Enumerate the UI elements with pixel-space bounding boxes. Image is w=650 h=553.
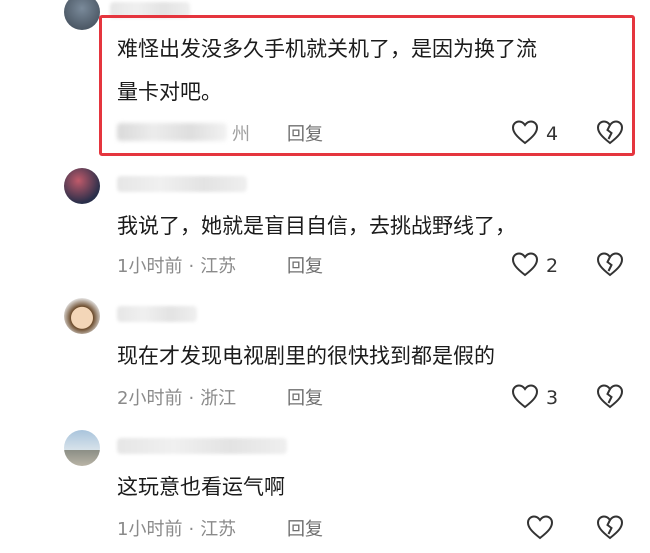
dislike-button[interactable] [596,513,624,545]
heart-outline-icon [510,250,540,282]
comment-text: 我说了，她就是盲目自信，去挑战野线了， [117,214,516,238]
reply-button[interactable]: 回复 [287,515,323,541]
heart-outline-icon [510,382,540,414]
separator: · [188,388,195,409]
broken-heart-icon [596,515,624,545]
broken-heart-icon [596,384,624,414]
comment-time: 1小时前 [117,256,183,277]
meta-blurred [117,123,227,141]
broken-heart-icon [596,252,624,282]
avatar[interactable] [64,430,100,466]
comment-text: 难怪出发没多久手机就关机了，是因为换了流 [117,37,537,61]
like-button[interactable] [525,513,561,545]
avatar[interactable] [64,298,100,334]
comment-location: 江苏 [200,519,237,540]
comment-meta: 1小时前 · 江苏 [117,515,236,541]
like-button[interactable]: 2 [510,250,558,282]
comment-location: 江苏 [200,256,237,277]
dislike-button[interactable] [596,250,624,282]
comment-text: 这玩意也看运气啊 [117,475,285,499]
broken-heart-icon [596,120,624,150]
comment-text: 现在才发现电视剧里的很快找到都是假的 [117,344,495,368]
like-button[interactable]: 4 [510,118,558,150]
username-blurred [117,176,247,192]
separator: · [188,256,195,277]
reply-button[interactable]: 回复 [287,120,323,146]
like-button[interactable]: 3 [510,382,558,414]
comment-location: 州 [232,124,250,145]
separator: · [188,519,195,540]
like-count: 2 [546,255,559,277]
avatar[interactable] [64,0,100,30]
heart-outline-icon [525,513,555,545]
reply-button[interactable]: 回复 [287,384,323,410]
like-count: 3 [546,387,559,409]
comment-meta: 2小时前 · 浙江 [117,384,236,410]
comment-text: 量卡对吧。 [117,80,222,104]
comment-location: 浙江 [200,388,237,409]
comment-time: 2小时前 [117,388,183,409]
dislike-button[interactable] [596,118,624,150]
username-blurred [117,306,197,322]
comment-meta: 1小时前 · 江苏 [117,252,236,278]
dislike-button[interactable] [596,382,624,414]
reply-button[interactable]: 回复 [287,252,323,278]
comment-time: 1小时前 [117,519,183,540]
username-blurred [117,438,287,454]
avatar[interactable] [64,168,100,204]
like-count: 4 [546,123,559,145]
heart-outline-icon [510,118,540,150]
